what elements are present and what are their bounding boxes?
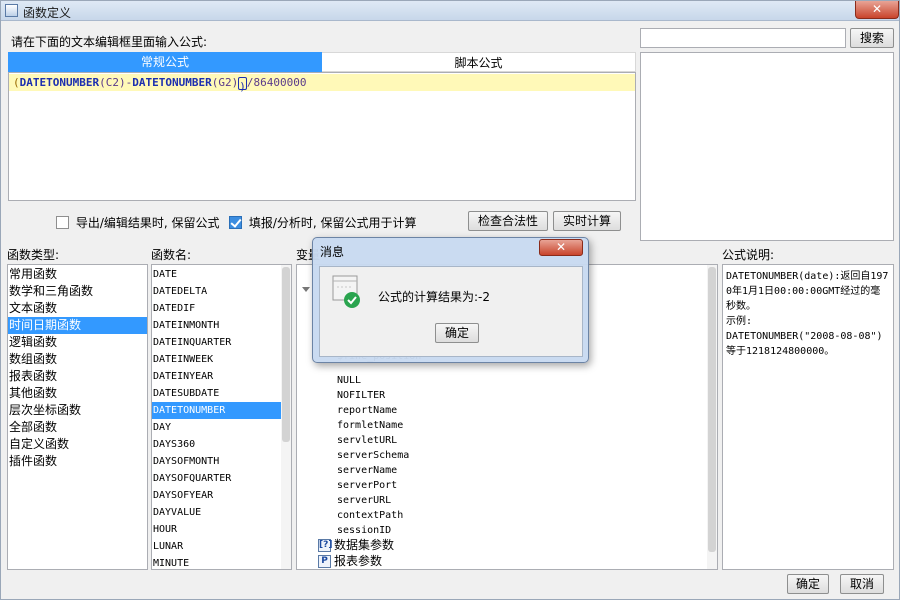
function-name-item[interactable]: DATETONUMBER: [152, 402, 281, 419]
search-input[interactable]: [640, 28, 846, 48]
message-close-button[interactable]: ✕: [539, 239, 583, 256]
formula-arg-1: (C2): [99, 76, 126, 89]
tab-regular-formula[interactable]: 常规公式: [8, 52, 322, 72]
function-name-item[interactable]: DATE: [152, 266, 281, 283]
check-validity-button[interactable]: 检查合法性: [468, 211, 548, 231]
ok-button[interactable]: 确定: [787, 574, 829, 594]
message-title: 消息: [320, 245, 345, 259]
formula-rest: /86400000: [246, 76, 307, 89]
keep-on-fill-checkbox[interactable]: [229, 216, 242, 229]
search-results-panel: [640, 52, 894, 241]
function-type-list[interactable]: 常用函数 数学和三角函数 文本函数 时间日期函数 逻辑函数 数组函数 报表函数 其他函数 层次坐…: [7, 264, 148, 570]
function-name-item[interactable]: DAYVALUE: [152, 504, 281, 521]
function-type-item[interactable]: 插件函数: [8, 453, 147, 470]
formula-function-1: DATETONUMBER: [19, 76, 100, 89]
function-type-item[interactable]: 全部函数: [8, 419, 147, 436]
function-name-item[interactable]: DATEINWEEK: [152, 351, 281, 368]
variable-scrollbar[interactable]: [707, 265, 717, 569]
function-type-item[interactable]: 其他函数: [8, 385, 147, 402]
variable-item[interactable]: formletName: [337, 418, 403, 433]
variable-item[interactable]: reportName: [337, 403, 397, 418]
search-button[interactable]: 搜索: [850, 28, 894, 48]
formula-function-2: DATETONUMBER: [132, 76, 212, 89]
description-header: 公式说明:: [722, 248, 775, 262]
window-icon: [5, 4, 18, 17]
cancel-button[interactable]: 取消: [840, 574, 884, 594]
tree-group-report-params[interactable]: P 报表参数: [318, 553, 382, 569]
function-name-item[interactable]: DAYSOFYEAR: [152, 487, 281, 504]
function-name-item[interactable]: LUNAR: [152, 538, 281, 555]
function-name-item[interactable]: DAYSOFQUARTER: [152, 470, 281, 487]
keep-on-fill-option[interactable]: 填报/分析时, 保留公式用于计算: [229, 214, 417, 231]
function-name-item[interactable]: DATEINQUARTER: [152, 334, 281, 351]
function-name-item[interactable]: DAYSOFMONTH: [152, 453, 281, 470]
dataset-param-icon: [?]: [318, 539, 333, 552]
variable-item[interactable]: serverURL: [337, 493, 391, 508]
variable-item[interactable]: serverSchema: [337, 448, 409, 463]
function-name-item[interactable]: DATEDIF: [152, 300, 281, 317]
function-name-item[interactable]: DATEINMONTH: [152, 317, 281, 334]
formula-editor[interactable]: (DATETONUMBER(C2)-DATETONUMBER(G2))/8640…: [8, 72, 636, 201]
keep-on-export-label: 导出/编辑结果时, 保留公式: [75, 216, 220, 230]
tree-group-label: 报表参数: [334, 554, 383, 568]
window-close-button[interactable]: ✕: [855, 1, 899, 19]
function-type-item[interactable]: 常用函数: [8, 266, 147, 283]
formula-caret-paren: ): [238, 76, 247, 93]
formula-open-paren: (: [13, 76, 20, 89]
function-name-item[interactable]: DATESUBDATE: [152, 385, 281, 402]
formula-arg-2: (G2): [211, 76, 239, 89]
function-name-item[interactable]: HOUR: [152, 521, 281, 538]
tree-expand-arrow-icon[interactable]: [302, 287, 310, 292]
window-title: 函数定义: [23, 6, 72, 20]
description-panel: DATETONUMBER(date):返回自1970年1月1日00:00:00G…: [722, 264, 894, 570]
tab-script-formula[interactable]: 脚本公式: [322, 52, 636, 72]
description-text: DATETONUMBER(date):返回自1970年1月1日00:00:00G…: [726, 271, 889, 357]
variable-item[interactable]: serverName: [337, 463, 397, 478]
function-type-item[interactable]: 数组函数: [8, 351, 147, 368]
editor-prompt: 请在下面的文本编辑框里面输入公式:: [11, 35, 208, 49]
function-name-item[interactable]: DATEDELTA: [152, 283, 281, 300]
variable-item[interactable]: servletURL: [337, 433, 397, 448]
variable-item[interactable]: sessionID: [337, 523, 391, 538]
keep-on-export-option[interactable]: 导出/编辑结果时, 保留公式: [56, 214, 220, 231]
function-type-item[interactable]: 数学和三角函数: [8, 283, 147, 300]
function-types-header: 函数类型:: [7, 248, 60, 262]
variable-scroll-thumb[interactable]: [708, 267, 716, 552]
function-name-list[interactable]: DATE DATEDELTA DATEDIF DATEINMONTH DATEINQUA…: [151, 264, 292, 570]
function-type-item[interactable]: 自定义函数: [8, 436, 147, 453]
function-name-scroll-thumb[interactable]: [282, 267, 290, 442]
function-type-item[interactable]: 逻辑函数: [8, 334, 147, 351]
message-ok-button[interactable]: 确定: [435, 323, 479, 343]
function-name-item[interactable]: MINUTE: [152, 555, 281, 569]
report-param-icon: P: [318, 555, 331, 568]
function-names-header: 函数名:: [151, 248, 192, 262]
variable-item[interactable]: serverPort: [337, 478, 397, 493]
variable-item[interactable]: contextPath: [337, 508, 403, 523]
function-name-scrollbar[interactable]: [281, 265, 291, 569]
function-type-item[interactable]: 层次坐标函数: [8, 402, 147, 419]
tree-group-dataset-params[interactable]: [?] 数据集参数: [318, 537, 394, 553]
function-definition-dialog: 函数定义 ✕ 请在下面的文本编辑框里面输入公式: 搜索 常规公式 脚本公式 (D…: [0, 0, 900, 600]
function-name-item[interactable]: DAYS360: [152, 436, 281, 453]
formula-line[interactable]: (DATETONUMBER(C2)-DATETONUMBER(G2))/8640…: [9, 74, 635, 93]
message-dialog: 消息 ✕ 公式的计算结果为:-2 确定: [312, 237, 589, 363]
keep-on-fill-label: 填报/分析时, 保留公式用于计算: [248, 216, 417, 230]
function-type-item[interactable]: 文本函数: [8, 300, 147, 317]
tree-group-label: 数据集参数: [334, 538, 395, 552]
function-name-item[interactable]: DATEINYEAR: [152, 368, 281, 385]
title-bar: 函数定义 ✕: [1, 1, 899, 21]
function-name-item[interactable]: DAY: [152, 419, 281, 436]
message-text: 公式的计算结果为:-2: [378, 290, 491, 304]
variable-item[interactable]: NOFILTER: [337, 388, 385, 403]
message-body: 公式的计算结果为:-2 确定: [319, 266, 583, 357]
realtime-calc-button[interactable]: 实时计算: [553, 211, 621, 231]
function-type-item[interactable]: 时间日期函数: [8, 317, 147, 334]
function-type-item[interactable]: 报表函数: [8, 368, 147, 385]
keep-on-export-checkbox[interactable]: [56, 216, 69, 229]
variable-item[interactable]: NULL: [337, 373, 361, 388]
success-check-icon: [332, 275, 362, 309]
